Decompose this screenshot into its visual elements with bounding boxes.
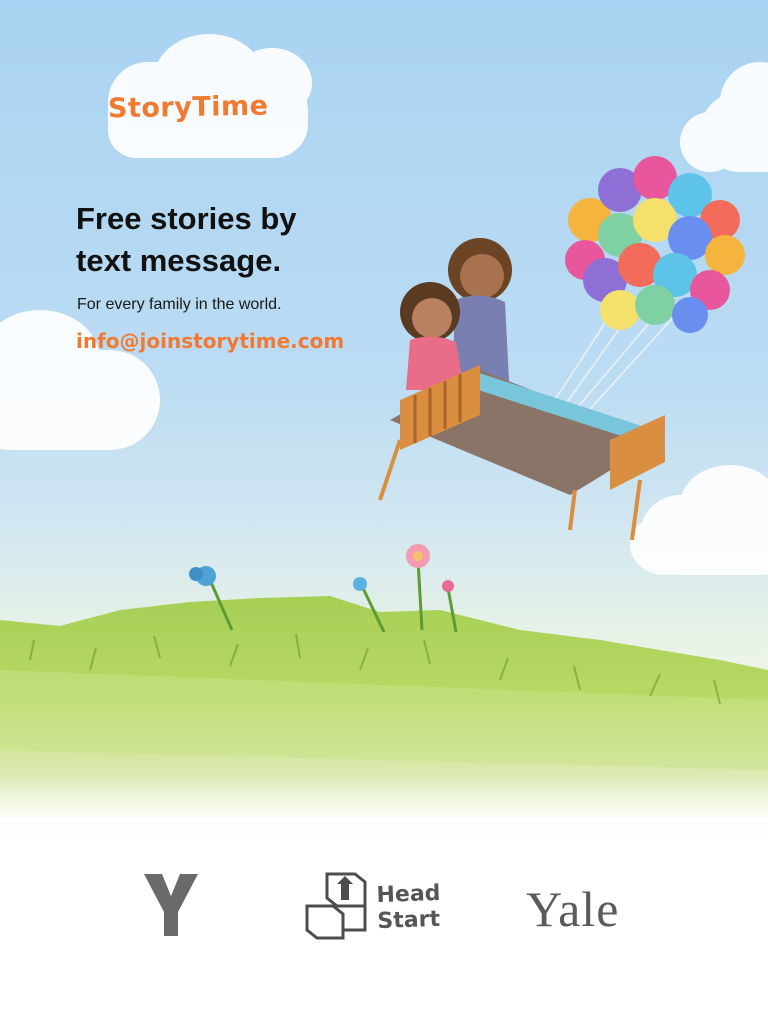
flying-bed [378,365,665,541]
cloud-decoration [0,310,160,450]
meadow-illustration [0,544,768,820]
headstart-line-2: Start [377,906,441,935]
headstart-wordmark: Head Start [376,881,442,935]
headstart-line-1: Head [376,880,441,909]
balloon-cluster [565,156,745,333]
yale-logo: Yale [526,881,620,937]
ymca-logo-text: YMCA [179,929,198,936]
storytime-logo[interactable]: StoryTime [108,91,269,125]
flying-bed-illustration [378,156,745,541]
blocks-icon [305,872,367,940]
storytime-page: StoryTime Free stories by text message. … [0,0,768,1028]
headline-line-2: text message. [76,243,282,278]
page-headline: Free stories by text message. [76,198,376,282]
headline-line-1: Free stories by [76,201,297,236]
partner-logos: YMCA Head Start Yale [0,850,768,1028]
hero-section: StoryTime Free stories by text message. … [0,0,768,850]
headstart-logo: Head Start [303,870,453,942]
contact-email-link[interactable]: info@joinstorytime.com [76,329,344,353]
tagline: For every family in the world. [77,296,282,313]
ymca-logo: YMCA [144,874,198,936]
